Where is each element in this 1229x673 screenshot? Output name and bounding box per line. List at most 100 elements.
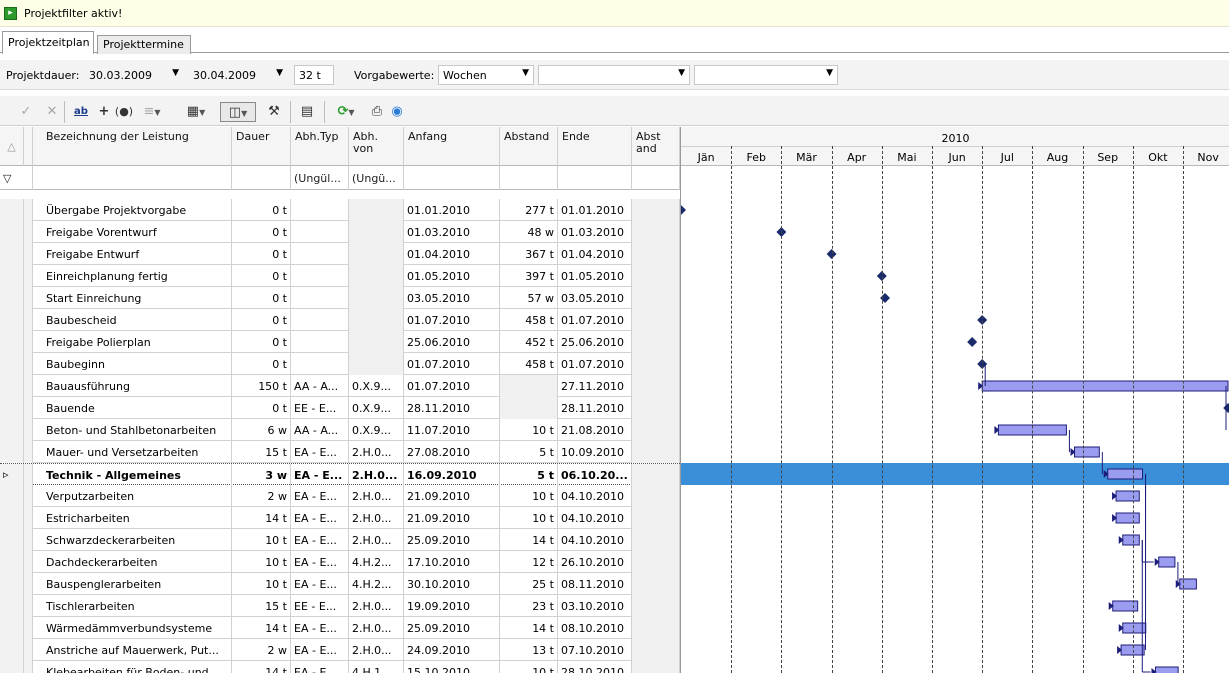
- table-row[interactable]: Freigabe Polierplan 0 t 25.06.2010 452 t 25.…: [0, 331, 680, 353]
- gantt-milestone[interactable]: [967, 337, 978, 347]
- cell-deptype[interactable]: EE - E...: [291, 397, 349, 419]
- cell-name[interactable]: Wärmedämmverbundsysteme: [33, 617, 232, 639]
- refresh-icon[interactable]: ⟳▼: [330, 102, 362, 122]
- table-row[interactable]: Mauer- und Versetzarbeiten 15 t EA - E... 2…: [0, 441, 680, 463]
- cell-deptype[interactable]: EA - E...: [291, 573, 349, 595]
- column-header-depfrom[interactable]: Abh. von: [349, 127, 404, 166]
- cell-duration[interactable]: 3 w: [232, 464, 291, 486]
- cell-end[interactable]: 03.05.2010: [558, 287, 632, 309]
- table-row[interactable]: Schwarzdeckerarbeiten 10 t EA - E... 2.H.0.…: [0, 529, 680, 551]
- cell-name[interactable]: Mauer- und Versetzarbeiten: [33, 441, 232, 463]
- cell-name[interactable]: Start Einreichung: [33, 287, 232, 309]
- filter-cell-end[interactable]: [558, 166, 632, 190]
- cell-duration[interactable]: 2 w: [232, 639, 291, 661]
- cell-gap[interactable]: 397 t: [500, 265, 558, 287]
- cell-gap[interactable]: 367 t: [500, 243, 558, 265]
- cell-duration[interactable]: 15 t: [232, 595, 291, 617]
- cell-end[interactable]: 01.05.2010: [558, 265, 632, 287]
- cell-name[interactable]: Estricharbeiten: [33, 507, 232, 529]
- cell-depfrom[interactable]: 2.H.0...: [349, 485, 404, 507]
- cell-duration[interactable]: 14 t: [232, 661, 291, 673]
- table-row[interactable]: Start Einreichung 0 t 03.05.2010 57 w 03.05.…: [0, 287, 680, 309]
- cell-depfrom[interactable]: [349, 265, 404, 287]
- table-row[interactable]: ▹ Technik - Allgemeines 3 w EA - E... 2.H.0.…: [0, 463, 680, 486]
- column-header-name[interactable]: Bezeichnung der Leistung: [33, 127, 232, 166]
- cell-depfrom[interactable]: 0.X.9...: [349, 419, 404, 441]
- cell-start[interactable]: 21.09.2010: [404, 507, 500, 529]
- cell-end[interactable]: 28.10.2010: [558, 661, 632, 673]
- cell-deptype[interactable]: [291, 331, 349, 353]
- cell-duration[interactable]: 150 t: [232, 375, 291, 397]
- cell-duration[interactable]: 2 w: [232, 485, 291, 507]
- table-row[interactable]: Klebearbeiten für Boden- und ... 14 t EA -…: [0, 661, 680, 673]
- cell-start[interactable]: 01.07.2010: [404, 309, 500, 331]
- gantt-task-bar[interactable]: [1158, 556, 1176, 568]
- cell-depfrom[interactable]: [349, 309, 404, 331]
- cell-depfrom[interactable]: [349, 353, 404, 375]
- cell-name[interactable]: Bauende: [33, 397, 232, 419]
- cell-deptype[interactable]: EA - E...: [291, 617, 349, 639]
- table-row[interactable]: Freigabe Vorentwurf 0 t 01.03.2010 48 w 01.0…: [0, 221, 680, 243]
- start-date-select[interactable]: 30.03.2009 ▼: [84, 65, 184, 85]
- cell-name[interactable]: Dachdeckerarbeiten: [33, 551, 232, 573]
- cell-name[interactable]: Bauspenglerarbeiten: [33, 573, 232, 595]
- gantt-task-bar[interactable]: [981, 380, 1229, 392]
- table-row[interactable]: Baubescheid 0 t 01.07.2010 458 t 01.07.2010: [0, 309, 680, 331]
- cell-start[interactable]: 15.10.2010: [404, 661, 500, 673]
- cell-gap[interactable]: 5 t: [500, 441, 558, 463]
- cell-duration[interactable]: 0 t: [232, 221, 291, 243]
- cell-end[interactable]: 03.10.2010: [558, 595, 632, 617]
- cell-start[interactable]: 19.09.2010: [404, 595, 500, 617]
- cell-end[interactable]: 01.04.2010: [558, 243, 632, 265]
- cell-duration[interactable]: 0 t: [232, 309, 291, 331]
- indent-icon[interactable]: ≡▼: [138, 102, 166, 122]
- cell-depfrom[interactable]: [349, 243, 404, 265]
- cell-deptype[interactable]: EE - E...: [291, 595, 349, 617]
- table-row[interactable]: Verputzarbeiten 2 w EA - E... 2.H.0... 21.09…: [0, 485, 680, 507]
- cell-depfrom[interactable]: 0.X.9...: [349, 397, 404, 419]
- cell-end[interactable]: 01.01.2010: [558, 199, 632, 221]
- cell-gap[interactable]: 57 w: [500, 287, 558, 309]
- table-row[interactable]: Bauende 0 t EE - E... 0.X.9... 28.11.2010 28.…: [0, 397, 680, 419]
- cell-gap[interactable]: 277 t: [500, 199, 558, 221]
- cell-deptype[interactable]: [291, 199, 349, 221]
- cell-start[interactable]: 01.07.2010: [404, 375, 500, 397]
- cell-deptype[interactable]: [291, 221, 349, 243]
- cell-name[interactable]: Freigabe Entwurf: [33, 243, 232, 265]
- cell-duration[interactable]: 10 t: [232, 551, 291, 573]
- filter-cell-depfrom[interactable]: (Ungü...: [349, 166, 404, 190]
- cell-end[interactable]: 25.06.2010: [558, 331, 632, 353]
- cell-deptype[interactable]: EA - E...: [291, 464, 349, 486]
- check-icon[interactable]: ✓: [18, 102, 34, 122]
- filter-combo-2[interactable]: ▼: [694, 65, 838, 85]
- cell-depfrom[interactable]: 2.H.0...: [349, 441, 404, 463]
- cell-start[interactable]: 21.09.2010: [404, 485, 500, 507]
- table-row[interactable]: Beton- und Stahlbetonarbeiten 6 w AA - A..…: [0, 419, 680, 441]
- table-row[interactable]: Baubeginn 0 t 01.07.2010 458 t 01.07.2010: [0, 353, 680, 375]
- cell-deptype[interactable]: EA - E...: [291, 529, 349, 551]
- table-row[interactable]: Anstriche auf Mauerwerk, Put... 2 w EA - E…: [0, 639, 680, 661]
- gantt-task-bar[interactable]: [1115, 490, 1140, 502]
- cell-name[interactable]: Anstriche auf Mauerwerk, Put...: [33, 639, 232, 661]
- filter-cell-duration[interactable]: [232, 166, 291, 190]
- cell-start[interactable]: 30.10.2010: [404, 573, 500, 595]
- tab-projekttermine[interactable]: Projekttermine: [97, 35, 191, 54]
- cell-start[interactable]: 01.03.2010: [404, 221, 500, 243]
- cell-name[interactable]: Schwarzdeckerarbeiten: [33, 529, 232, 551]
- cell-depfrom[interactable]: 4.H.2...: [349, 573, 404, 595]
- cell-end[interactable]: 21.08.2010: [558, 419, 632, 441]
- table-row[interactable]: Bauausführung 150 t AA - A... 0.X.9... 01.07…: [0, 375, 680, 397]
- cell-gap[interactable]: 452 t: [500, 331, 558, 353]
- cell-duration[interactable]: 10 t: [232, 573, 291, 595]
- cell-depfrom[interactable]: 2.H.0...: [349, 529, 404, 551]
- cell-end[interactable]: 10.09.2010: [558, 441, 632, 463]
- table-row[interactable]: Wärmedämmverbundsysteme 14 t EA - E... 2.H.…: [0, 617, 680, 639]
- column-header-end[interactable]: Ende: [558, 127, 632, 166]
- print-icon[interactable]: ⎙: [368, 102, 386, 122]
- cell-name[interactable]: Einreichplanung fertig: [33, 265, 232, 287]
- filter-combo-1[interactable]: ▼: [538, 65, 690, 85]
- cell-depfrom[interactable]: [349, 221, 404, 243]
- cell-start[interactable]: 27.08.2010: [404, 441, 500, 463]
- cell-gap[interactable]: 48 w: [500, 221, 558, 243]
- cell-start[interactable]: 24.09.2010: [404, 639, 500, 661]
